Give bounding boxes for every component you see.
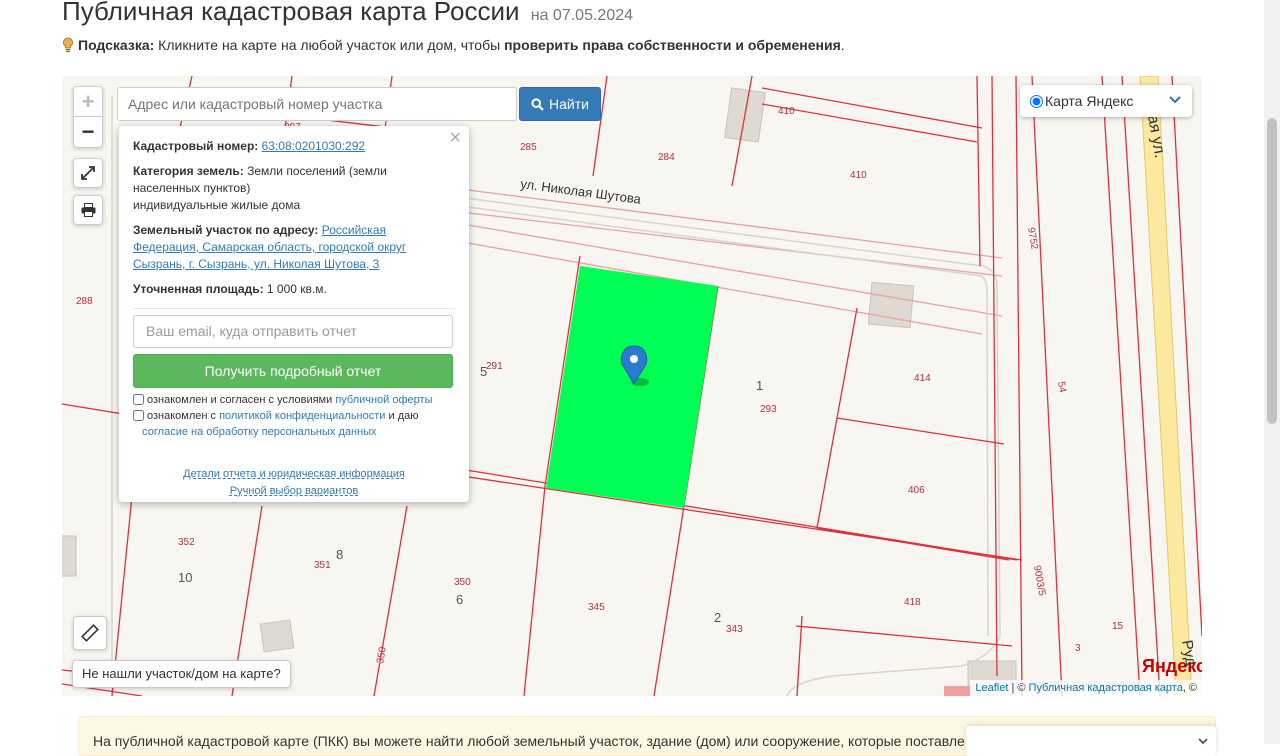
parcel-number: 54 <box>1055 381 1068 394</box>
parcel-number: 352 <box>178 537 195 548</box>
parcel-number: 3 <box>1075 643 1081 654</box>
divider <box>133 308 455 309</box>
parcel-number: 406 <box>908 485 925 496</box>
area-value: 1 000 кв.м. <box>263 282 327 296</box>
attribution-sep: | © <box>1008 682 1029 694</box>
agree-offer: ознакомлен и согласен с условиями публич… <box>133 392 455 408</box>
parcel-popup: × Кадастровый номер: 63:08:0201030:292 К… <box>119 126 469 502</box>
parcel-address: Земельный участок по адресу: Российская … <box>133 222 455 273</box>
cadastral-label: Кадастровый номер: <box>133 139 259 153</box>
zoom-out-button[interactable]: − <box>74 117 102 147</box>
search-input[interactable] <box>126 95 508 113</box>
find-button[interactable]: Найти <box>519 87 601 121</box>
street-label: ул. Николая Шутова <box>520 176 643 207</box>
pkk-link[interactable]: Публичная кадастровая карта <box>1029 682 1183 694</box>
parcel-number: 418 <box>904 597 921 608</box>
page-scrollbar[interactable] <box>1264 0 1280 744</box>
attribution-end: , © <box>1182 682 1197 694</box>
chevron-down-icon <box>1169 96 1181 104</box>
parcel-number: 350 <box>375 646 389 665</box>
details-link[interactable]: Детали отчета и юридическая информация <box>183 468 405 480</box>
parcel-number: 291 <box>486 361 503 372</box>
zoom-in-button[interactable]: + <box>74 87 102 117</box>
offer-checkbox[interactable] <box>133 394 144 405</box>
zoom-control: + − <box>73 86 103 148</box>
manual-select-link[interactable]: Ручной выбор вариантов <box>230 485 358 497</box>
privacy-checkbox[interactable] <box>133 410 144 421</box>
hint-bold-text: проверить права собственности и обремене… <box>504 37 841 53</box>
land-category: Категория земель: Земли поселений (земли… <box>133 163 455 214</box>
parcel-number: 2 <box>714 610 721 625</box>
agree-offer-text: ознакомлен и согласен с условиями <box>147 394 336 406</box>
agree-privacy-mid: и даю <box>385 410 419 422</box>
agree-privacy: ознакомлен с политикой конфиденциальност… <box>133 408 455 440</box>
parcel-number: 343 <box>726 624 743 635</box>
search-box[interactable] <box>117 87 517 121</box>
consent-link[interactable]: согласие на обработку персональных данны… <box>142 426 376 438</box>
parcel-area: Уточненная площадь: 1 000 кв.м. <box>133 281 455 298</box>
parcel-number: 8 <box>336 547 343 562</box>
chevron-down-icon <box>1198 738 1208 745</box>
parcel-number: 285 <box>520 142 537 153</box>
parcel-number: 288 <box>76 296 93 307</box>
parcel-number: 9003/5 <box>1031 565 1047 597</box>
privacy-link[interactable]: политикой конфиденциальности <box>219 410 385 422</box>
close-icon[interactable]: × <box>449 128 461 148</box>
lightbulb-icon <box>63 37 73 53</box>
attribution: Leaflet | © Публичная кадастровая карта,… <box>970 680 1202 696</box>
parcel-number: 6 <box>456 592 463 607</box>
scrollbar-thumb[interactable] <box>1267 118 1277 424</box>
layer-switcher[interactable]: Карта Яндекс <box>1020 85 1192 117</box>
offer-link[interactable]: публичной оферты <box>335 394 432 406</box>
area-label: Уточненная площадь: <box>133 282 264 296</box>
parcel-number: 284 <box>658 152 675 163</box>
find-button-label: Найти <box>549 96 589 112</box>
printer-icon <box>81 203 95 217</box>
fullscreen-button[interactable] <box>73 158 103 188</box>
agree-privacy-text: ознакомлен с <box>147 410 220 422</box>
parcel-number: 345 <box>588 602 605 613</box>
parcel-number: 5 <box>480 364 487 379</box>
parcel-number: 10 <box>178 570 192 585</box>
page-title-text: Публичная кадастровая карта России <box>62 0 520 26</box>
parcel-number: 15 <box>1112 621 1124 632</box>
cadastral-number: Кадастровый номер: 63:08:0201030:292 <box>133 138 455 155</box>
layer-radio[interactable] <box>1030 94 1043 108</box>
layer-label: Карта Яндекс <box>1045 93 1134 109</box>
parcel-number: 351 <box>314 560 331 571</box>
hint-text: Кликните на карте на любой участок или д… <box>154 37 505 53</box>
parcel-number: 414 <box>914 373 931 384</box>
page-date: на 07.05.2024 <box>530 7 634 24</box>
parcel-number: 1 <box>756 378 763 393</box>
search-icon <box>531 97 544 111</box>
ruler-icon <box>81 624 99 642</box>
expand-icon <box>81 166 95 180</box>
collapsed-panel[interactable] <box>966 726 1216 756</box>
category-use: индивидуальные жилые дома <box>133 198 301 212</box>
not-found-button[interactable]: Не нашли участок/дом на карте? <box>72 660 291 688</box>
hint-end: . <box>840 37 845 53</box>
get-report-button[interactable]: Получить подробный отчет <box>133 354 453 388</box>
email-field[interactable]: Ваш email, куда отправить отчет <box>133 315 453 348</box>
print-button[interactable] <box>73 195 103 225</box>
parcel-number: 350 <box>454 577 471 588</box>
parcel-number: 293 <box>760 404 777 415</box>
parcel-number: 410 <box>850 170 867 181</box>
leaflet-link[interactable]: Leaflet <box>975 682 1008 694</box>
page-title: Публичная кадастровая карта России на 07… <box>62 0 633 27</box>
hint: Подсказка: Кликните на карте на любой уч… <box>62 37 845 53</box>
address-label: Земельный участок по адресу: <box>133 223 319 237</box>
parcel-number: 9752 <box>1025 227 1040 251</box>
hint-label: Подсказка: <box>78 37 155 53</box>
category-label: Категория земель: <box>133 164 244 178</box>
popup-links: Детали отчета и юридическая информация Р… <box>133 466 455 500</box>
parcel-number: 410 <box>778 106 795 117</box>
ruler-button[interactable] <box>73 616 107 650</box>
cadastral-map[interactable]: ул. Николая Шутова ая ул. 410 285 284 410 97… <box>62 76 1202 696</box>
cadastral-link[interactable]: 63:08:0201030:292 <box>262 139 365 153</box>
